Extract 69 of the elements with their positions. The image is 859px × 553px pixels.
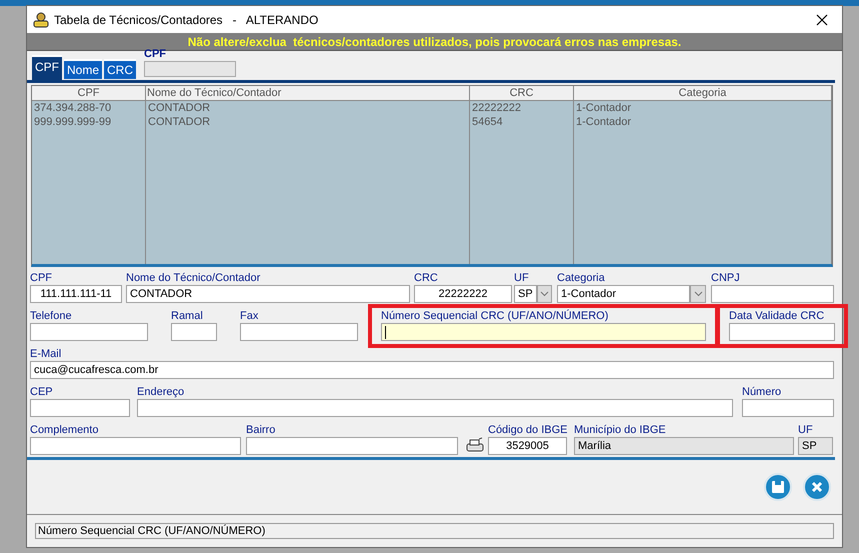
field-label: Categoria	[557, 271, 606, 285]
field-label: Município do IBGE	[574, 423, 667, 437]
input-field[interactable]	[742, 399, 834, 417]
input-field[interactable]: 111.111.111-11	[30, 285, 122, 303]
dropdown-button[interactable]	[536, 285, 552, 303]
column-header[interactable]: Categoria	[574, 86, 832, 100]
table-cell-text: CONTADOR	[148, 101, 212, 115]
text-cursor	[385, 326, 386, 338]
tab[interactable]: CPF	[32, 55, 62, 80]
field-label: Ramal	[171, 309, 204, 323]
chevron-down-icon	[694, 291, 702, 297]
dropdown-field[interactable]: SP	[514, 285, 537, 303]
person-icon	[32, 12, 50, 28]
table-cell-text: 54654	[472, 115, 504, 129]
close-icon	[811, 481, 823, 493]
warning-text: Não altere/exclua técnicos/contadores utilizados, pois provocará erros nas empresas.	[188, 34, 682, 50]
field-label: Fax	[240, 309, 260, 323]
input-field[interactable]	[171, 323, 217, 341]
field-label: Data Validade CRC	[729, 309, 826, 323]
input-field[interactable]: cuca@cucafresca.com.br	[30, 361, 834, 379]
dropdown-button[interactable]	[690, 285, 706, 303]
field-label: CNPJ	[711, 271, 741, 285]
field-label: CRC	[414, 271, 439, 285]
input-field[interactable]	[240, 323, 358, 341]
table-cell-text: 999.999.999-99	[34, 115, 112, 129]
field-label: E-Mail	[30, 347, 62, 361]
field-label: UF	[798, 423, 814, 437]
field-label: Nome do Técnico/Contador	[126, 271, 262, 285]
field-label: Bairro	[246, 423, 276, 437]
input-field[interactable]	[729, 323, 835, 341]
field-label: Complemento	[30, 423, 100, 437]
column-header[interactable]: CPF	[32, 86, 146, 100]
search-label: CPF	[144, 48, 168, 61]
save-button[interactable]	[764, 473, 792, 501]
field-label: CEP	[30, 385, 54, 399]
input-field[interactable]	[30, 399, 130, 417]
input-field[interactable]	[30, 323, 148, 341]
window-title: Tabela de Técnicos/Contadores - ALTERANDO	[54, 12, 318, 28]
tab[interactable]: CRC	[104, 59, 136, 79]
close-icon	[816, 14, 828, 26]
table-cell-text: 374.394.288-70	[34, 101, 112, 115]
cancel-button[interactable]	[803, 473, 831, 501]
input-field[interactable]: 3529005	[488, 437, 567, 455]
status-text: Número Sequencial CRC (UF/ANO/NÚMERO)	[38, 524, 266, 539]
input-field[interactable]: 22222222	[414, 285, 512, 303]
field-label: CPF	[30, 271, 53, 285]
dropdown-field[interactable]: 1-Contador	[557, 285, 690, 303]
table-cell-text: CONTADOR	[148, 115, 212, 129]
input-field[interactable]: CONTADOR	[126, 285, 410, 303]
input-field[interactable]	[246, 437, 458, 455]
input-field[interactable]	[30, 437, 241, 455]
input-field[interactable]	[381, 323, 706, 341]
printer-icon[interactable]	[465, 437, 485, 453]
chevron-down-icon	[540, 291, 549, 297]
field-label: UF	[514, 271, 530, 285]
field-label: Código do IBGE	[488, 423, 567, 437]
tab[interactable]: Nome	[64, 59, 102, 79]
field-label: Número	[742, 385, 782, 399]
field-label: Número Sequencial CRC (UF/ANO/NÚMERO)	[381, 309, 610, 323]
table-cell-text: 1-Contador	[576, 115, 632, 129]
column-header[interactable]: CRC	[470, 86, 574, 100]
search-field[interactable]	[144, 61, 236, 77]
table-cell-text: 22222222	[472, 101, 522, 115]
field-label: Endereço	[137, 385, 186, 399]
field-label: Telefone	[30, 309, 73, 323]
input-field[interactable]	[137, 399, 733, 417]
input-field[interactable]	[711, 285, 834, 303]
table-cell-text: 1-Contador	[576, 101, 632, 115]
column-header[interactable]: Nome do Técnico/Contador	[146, 86, 470, 100]
